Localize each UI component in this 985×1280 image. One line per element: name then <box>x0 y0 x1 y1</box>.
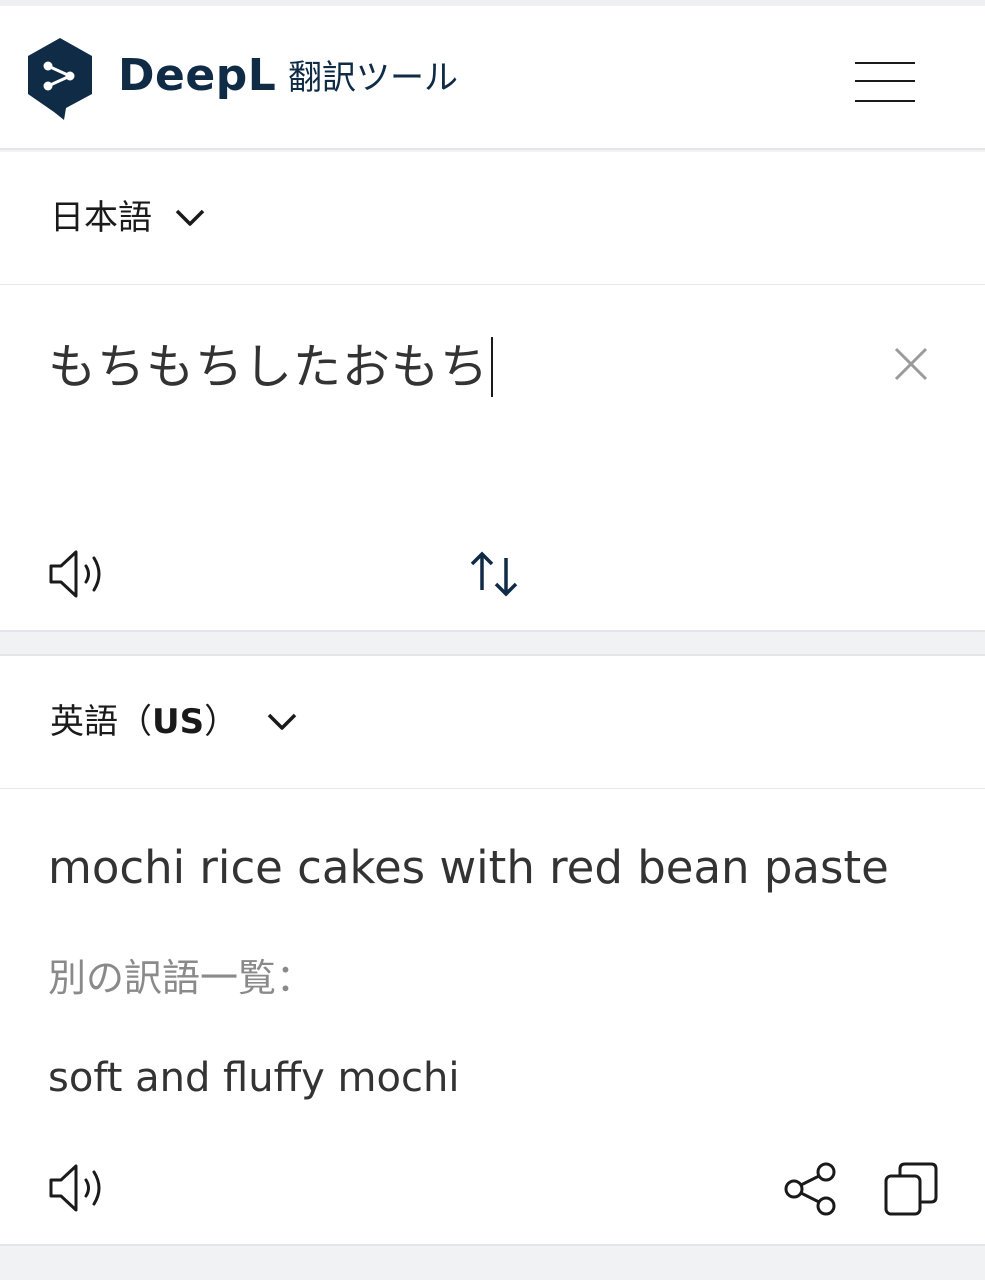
source-speaker-button[interactable] <box>48 548 108 600</box>
hamburger-menu-icon <box>855 62 915 64</box>
source-language-row: 日本語 <box>0 152 985 285</box>
hamburger-menu-button[interactable] <box>850 60 920 108</box>
chevron-down-icon <box>174 208 206 228</box>
target-language-selector[interactable]: 英語（US） <box>50 696 298 748</box>
copy-button[interactable] <box>882 1160 940 1218</box>
alternative-translation[interactable]: soft and fluffy mochi <box>48 1052 459 1104</box>
text-caret <box>491 337 494 397</box>
clear-text-button[interactable] <box>893 346 929 382</box>
source-language-label: 日本語 <box>50 198 152 238</box>
target-language-row: 英語（US） <box>0 656 985 789</box>
swap-languages-button[interactable] <box>468 550 520 598</box>
swap-languages-icon <box>470 551 518 597</box>
copy-icon <box>884 1162 938 1216</box>
target-panel: 英語（US） mochi rice cakes with red bean pa… <box>0 654 985 1246</box>
source-language-selector[interactable]: 日本語 <box>50 192 206 244</box>
speaker-icon <box>49 1164 101 1212</box>
speaker-icon <box>49 550 101 598</box>
translation-output[interactable]: mochi rice cakes with red bean paste <box>48 838 889 898</box>
brand-subtitle: 翻訳ツール <box>288 58 458 98</box>
source-text: もちもちしたおもち <box>48 339 490 395</box>
source-panel: 日本語 もちもちしたおもち <box>0 152 985 632</box>
target-language-label: 英語（US） <box>50 702 239 742</box>
app-header: DeepL 翻訳ツール <box>0 6 985 150</box>
deepl-logo-icon[interactable] <box>26 36 94 120</box>
chevron-down-icon <box>266 712 298 732</box>
source-text-input[interactable]: もちもちしたおもち <box>48 332 848 402</box>
brand-name[interactable]: DeepL <box>118 50 276 102</box>
alternatives-heading: 別の訳語一覧： <box>48 956 315 1000</box>
share-button[interactable] <box>782 1160 838 1218</box>
share-icon <box>784 1162 836 1216</box>
target-speaker-button[interactable] <box>48 1162 108 1214</box>
close-icon <box>894 347 928 381</box>
